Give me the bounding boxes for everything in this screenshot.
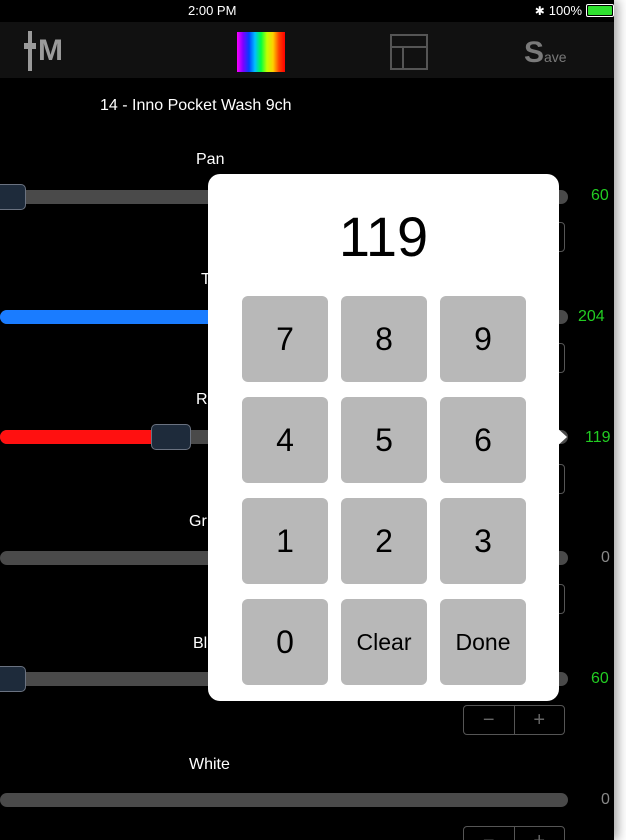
slider-thumb[interactable] xyxy=(0,666,26,692)
slider-fill xyxy=(0,430,160,444)
grid-view-icon[interactable] xyxy=(390,34,428,70)
save-button[interactable]: Save xyxy=(524,36,567,70)
channel-label-pan: Pan xyxy=(196,151,225,168)
channel-value-tilt[interactable]: 204 xyxy=(578,308,605,326)
channel-label-green: Gr xyxy=(189,513,207,530)
master-label: M xyxy=(38,34,63,67)
channel-slider-white[interactable] xyxy=(0,793,568,807)
save-label-small: ave xyxy=(544,49,567,65)
plus-button[interactable]: + xyxy=(513,706,565,734)
channel-value-pan[interactable]: 60 xyxy=(591,187,609,205)
status-bar: 2:00 PM ✱ 100% xyxy=(0,0,614,22)
key-8[interactable]: 8 xyxy=(341,296,427,382)
bluetooth-icon: ✱ xyxy=(534,3,545,18)
slider-thumb[interactable] xyxy=(0,184,26,210)
device-title: 14 - Inno Pocket Wash 9ch xyxy=(100,97,292,114)
minus-button[interactable]: − xyxy=(464,706,514,734)
channel-value-red[interactable]: 119 xyxy=(585,429,611,447)
key-7[interactable]: 7 xyxy=(242,296,328,382)
key-5[interactable]: 5 xyxy=(341,397,427,483)
key-3[interactable]: 3 xyxy=(440,498,526,584)
app-screen: 2:00 PM ✱ 100% M Save 14 - Inno Pocket W… xyxy=(0,0,614,840)
key-1[interactable]: 1 xyxy=(242,498,328,584)
key-9[interactable]: 9 xyxy=(440,296,526,382)
status-right: ✱ 100% xyxy=(535,3,614,18)
channel-value-green[interactable]: 0 xyxy=(601,549,610,567)
key-4[interactable]: 4 xyxy=(242,397,328,483)
battery-percent: 100% xyxy=(548,3,582,18)
key-6[interactable]: 6 xyxy=(440,397,526,483)
channel-label-red: R xyxy=(196,391,208,408)
slider-thumb[interactable] xyxy=(151,424,191,450)
plus-button[interactable]: + xyxy=(513,827,565,840)
minus-button[interactable]: − xyxy=(464,827,514,840)
channel-value-blue[interactable]: 60 xyxy=(591,670,609,688)
keypad-popover: 119 7 8 9 4 5 6 1 2 3 0 Clear Done xyxy=(208,174,559,701)
fader-icon xyxy=(24,31,36,71)
keypad-display: 119 xyxy=(338,205,429,268)
channel-stepper-blue: − + xyxy=(463,705,565,735)
channel-value-white[interactable]: 0 xyxy=(601,791,610,809)
battery-icon xyxy=(586,4,614,17)
done-button[interactable]: Done xyxy=(440,599,526,685)
save-label-big: S xyxy=(524,36,545,69)
key-0[interactable]: 0 xyxy=(242,599,328,685)
slider-fill xyxy=(0,310,230,324)
status-time: 2:00 PM xyxy=(188,3,237,18)
key-2[interactable]: 2 xyxy=(341,498,427,584)
channel-stepper-white: −+ xyxy=(463,826,565,840)
color-picker-icon[interactable] xyxy=(237,32,285,72)
channel-label-blue: Bl xyxy=(193,635,208,652)
clear-button[interactable]: Clear xyxy=(341,599,427,685)
channel-label-white: White xyxy=(189,756,230,773)
master-button[interactable]: M xyxy=(24,31,63,71)
toolbar: M Save xyxy=(0,22,614,78)
